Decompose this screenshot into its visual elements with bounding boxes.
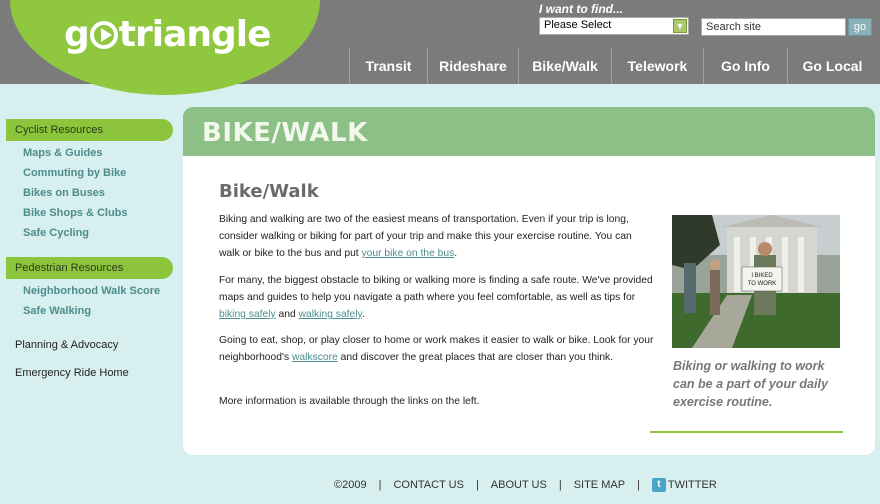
- more-info-paragraph: More information is available through th…: [219, 396, 480, 407]
- search-go-button[interactable]: go: [848, 18, 872, 36]
- gotriangle-logo[interactable]: g triangle: [64, 14, 272, 55]
- svg-text:TO WORK: TO WORK: [748, 281, 777, 287]
- nav-bike-walk[interactable]: Bike/Walk: [518, 48, 611, 84]
- nav-go-local[interactable]: Go Local: [787, 48, 877, 84]
- footer-about-link[interactable]: ABOUT US: [491, 479, 547, 491]
- sidebar-heading-pedestrian[interactable]: Pedestrian Resources: [6, 257, 173, 279]
- safe-route-mid: and: [275, 309, 299, 320]
- find-select[interactable]: Please Select ▼: [539, 17, 689, 35]
- play-icon: [89, 20, 118, 49]
- section-banner: BIKE/WALK: [183, 107, 875, 156]
- sidebar-item-commuting[interactable]: Commuting by Bike: [23, 167, 126, 179]
- sidebar-item-walk-score[interactable]: Neighborhood Walk Score: [23, 285, 160, 297]
- walkscore-link[interactable]: walkscore: [292, 352, 338, 363]
- photo-caption: Biking or walking to work can be a part …: [673, 359, 828, 409]
- sidebar-item-safe-cycling[interactable]: Safe Cycling: [23, 227, 89, 239]
- nav-transit[interactable]: Transit: [349, 48, 427, 84]
- sidebar-heading-cyclist[interactable]: Cyclist Resources: [6, 119, 173, 141]
- safe-route-paragraph: For many, the biggest obstacle to biking…: [219, 272, 655, 323]
- footer-separator: |: [637, 479, 640, 491]
- main-nav: Transit Rideshare Bike/Walk Telework Go …: [349, 48, 877, 84]
- logo-text-left: g: [64, 14, 90, 55]
- bike-on-bus-link[interactable]: your bike on the bus: [362, 248, 455, 259]
- intro-paragraph: Biking and walking are two of the easies…: [219, 211, 655, 262]
- footer-contact-link[interactable]: CONTACT US: [393, 479, 464, 491]
- sidebar-item-planning[interactable]: Planning & Advocacy: [15, 339, 118, 351]
- svg-text:I BIKED: I BIKED: [751, 273, 773, 279]
- find-label: I want to find...: [539, 2, 623, 16]
- copyright: ©2009: [334, 479, 367, 491]
- safe-route-end: .: [361, 309, 365, 320]
- nav-rideshare[interactable]: Rideshare: [427, 48, 518, 84]
- footer-separator: |: [558, 479, 562, 491]
- commuter-photo: I BIKED TO WORK: [672, 215, 840, 348]
- site-header: g triangle I want to find... Please Sele…: [0, 0, 880, 95]
- sidebar-item-maps-guides[interactable]: Maps & Guides: [23, 147, 102, 159]
- twitter-icon[interactable]: t: [651, 478, 666, 492]
- nav-telework[interactable]: Telework: [611, 48, 703, 84]
- logo-text-right: triangle: [118, 14, 272, 55]
- footer-separator: |: [475, 479, 479, 491]
- find-select-value: Please Select: [544, 19, 612, 31]
- sidebar-item-bike-shops[interactable]: Bike Shops & Clubs: [23, 207, 128, 219]
- search-input[interactable]: [701, 18, 846, 36]
- site-footer: ©2009 | CONTACT US | ABOUT US | SITE MAP…: [334, 478, 717, 492]
- sidebar-item-bikes-buses[interactable]: Bikes on Buses: [23, 187, 105, 199]
- biking-safely-link[interactable]: biking safely: [219, 309, 276, 320]
- walking-safely-link[interactable]: walking safely: [299, 309, 362, 320]
- footer-sitemap-link[interactable]: SITE MAP: [574, 479, 625, 491]
- sidebar-item-emergency-ride[interactable]: Emergency Ride Home: [15, 367, 129, 379]
- footer-separator: |: [378, 479, 382, 491]
- safe-route-text: For many, the biggest obstacle to biking…: [219, 275, 653, 303]
- footer-twitter-link[interactable]: TWITTER: [668, 479, 717, 491]
- sidebar-item-safe-walking[interactable]: Safe Walking: [23, 305, 91, 317]
- page-title: Bike/Walk: [219, 181, 319, 202]
- walkscore-end: and discover the great places that are c…: [337, 352, 614, 363]
- walkscore-paragraph: Going to eat, shop, or play closer to ho…: [219, 332, 655, 366]
- chevron-down-icon[interactable]: ▼: [673, 19, 687, 33]
- divider: [650, 431, 843, 433]
- main-content: BIKE/WALK Bike/Walk Biking and walking a…: [183, 107, 875, 455]
- nav-go-info[interactable]: Go Info: [703, 48, 787, 84]
- intro-end: .: [454, 248, 458, 259]
